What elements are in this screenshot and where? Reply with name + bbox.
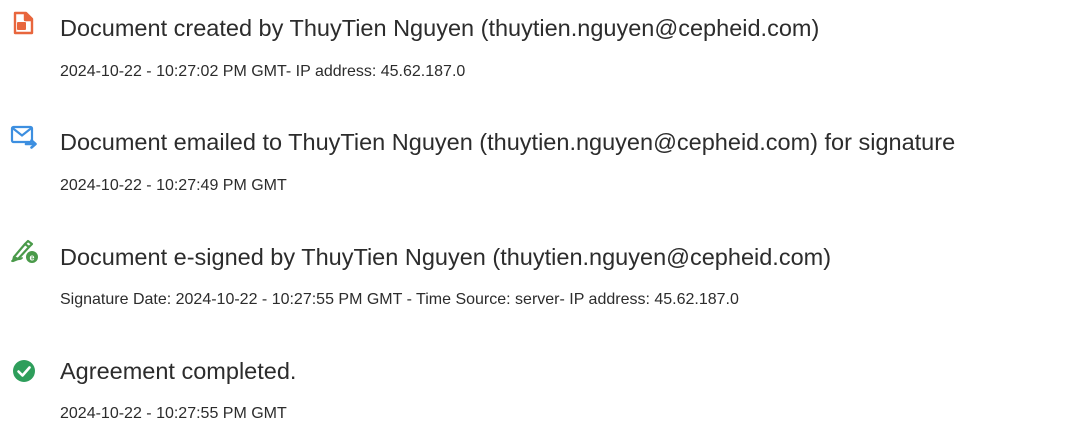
event-title: Document e-signed by ThuyTien Nguyen (th… <box>60 244 832 270</box>
document-created-icon <box>11 10 35 35</box>
event-title: Document emailed to ThuyTien Nguyen (thu… <box>60 129 956 155</box>
event-detail: Signature Date: 2024-10-22 - 10:27:55 PM… <box>60 291 739 308</box>
check-circle-icon <box>12 359 36 383</box>
event-title: Document created by ThuyTien Nguyen (thu… <box>60 15 820 41</box>
event-detail: 2024-10-22 - 10:27:55 PM GMT <box>60 405 287 422</box>
event-detail: 2024-10-22 - 10:27:02 PM GMT- IP address… <box>60 63 466 80</box>
event-detail: 2024-10-22 - 10:27:49 PM GMT <box>60 177 287 194</box>
svg-text:e: e <box>29 253 34 263</box>
e-sign-pen-icon: e <box>10 236 38 263</box>
email-sent-icon <box>10 123 37 149</box>
event-title: Agreement completed. <box>60 358 297 384</box>
